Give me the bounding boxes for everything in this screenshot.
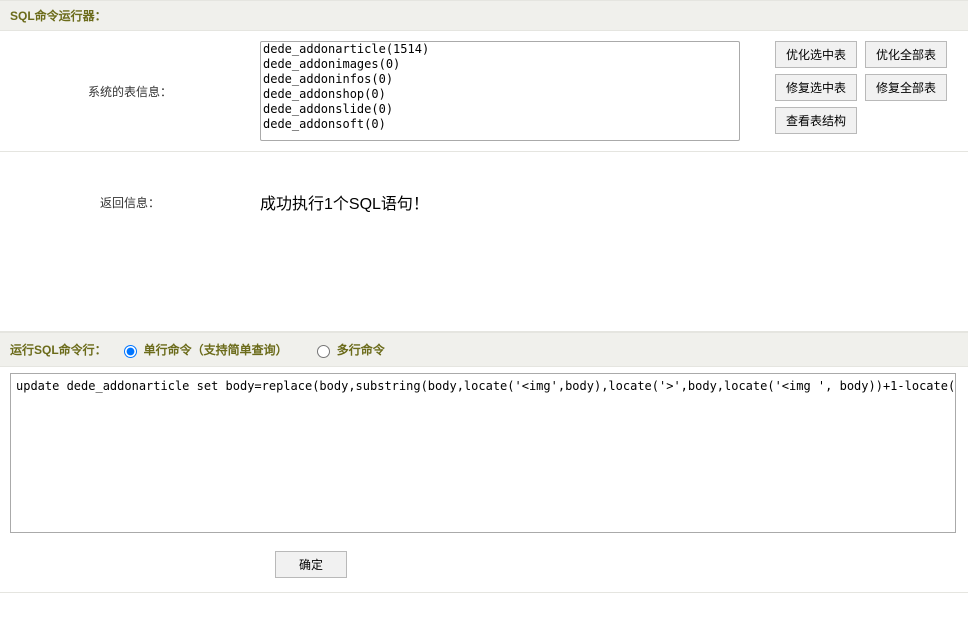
button-column-2: 优化全部表 修复全部表 bbox=[865, 41, 947, 101]
table-info-label-text: 系统的表信息： bbox=[88, 83, 172, 100]
optimize-selected-button[interactable]: 优化选中表 bbox=[775, 41, 857, 68]
return-info-label-text: 返回信息： bbox=[100, 194, 160, 211]
single-command-radio-wrap[interactable]: 单行命令（支持简单查询） bbox=[119, 341, 288, 358]
return-info-row: 返回信息： 成功执行1个SQL语句！ bbox=[0, 152, 968, 332]
multi-command-radio-wrap[interactable]: 多行命令 bbox=[312, 341, 385, 358]
sql-textarea[interactable] bbox=[10, 373, 956, 533]
view-structure-button[interactable]: 查看表结构 bbox=[775, 107, 857, 134]
table-list-select[interactable]: dede_addonarticle(1514)dede_addonimages(… bbox=[260, 41, 740, 141]
panel-title: SQL命令运行器： bbox=[0, 0, 968, 31]
single-command-label: 单行命令（支持简单查询） bbox=[144, 341, 288, 358]
multi-command-radio[interactable] bbox=[317, 345, 330, 358]
table-option[interactable]: dede_addonslide(0) bbox=[261, 102, 739, 117]
optimize-all-button[interactable]: 优化全部表 bbox=[865, 41, 947, 68]
table-info-row: 系统的表信息： dede_addonarticle(1514)dede_addo… bbox=[0, 31, 968, 152]
table-option[interactable]: dede_addonarticle(1514) bbox=[261, 42, 739, 57]
multi-command-label: 多行命令 bbox=[337, 341, 385, 358]
repair-all-button[interactable]: 修复全部表 bbox=[865, 74, 947, 101]
command-mode-strip: 运行SQL命令行： 单行命令（支持简单查询） 多行命令 bbox=[0, 332, 968, 367]
return-message-text: 成功执行1个SQL语句！ bbox=[260, 196, 429, 213]
single-command-radio[interactable] bbox=[124, 345, 137, 358]
button-column-1: 优化选中表 修复选中表 查看表结构 bbox=[775, 41, 857, 134]
confirm-row: 确定 bbox=[0, 539, 968, 593]
table-info-label: 系统的表信息： bbox=[0, 31, 260, 151]
main-section: 系统的表信息： dede_addonarticle(1514)dede_addo… bbox=[0, 31, 968, 593]
return-info-label: 返回信息： bbox=[0, 152, 260, 252]
table-option[interactable]: dede_addonshop(0) bbox=[261, 87, 739, 102]
return-message: 成功执行1个SQL语句！ bbox=[260, 162, 740, 242]
table-option[interactable]: dede_addonimages(0) bbox=[261, 57, 739, 72]
command-strip-title: 运行SQL命令行： bbox=[10, 341, 107, 358]
return-info-content: 成功执行1个SQL语句！ bbox=[260, 152, 968, 252]
panel-title-text: SQL命令运行器： bbox=[10, 9, 107, 23]
table-option[interactable]: dede_addonsoft(0) bbox=[261, 117, 739, 132]
repair-selected-button[interactable]: 修复选中表 bbox=[775, 74, 857, 101]
confirm-button[interactable]: 确定 bbox=[275, 551, 347, 578]
table-option[interactable]: dede_addoninfos(0) bbox=[261, 72, 739, 87]
table-info-content: dede_addonarticle(1514)dede_addonimages(… bbox=[260, 31, 968, 151]
